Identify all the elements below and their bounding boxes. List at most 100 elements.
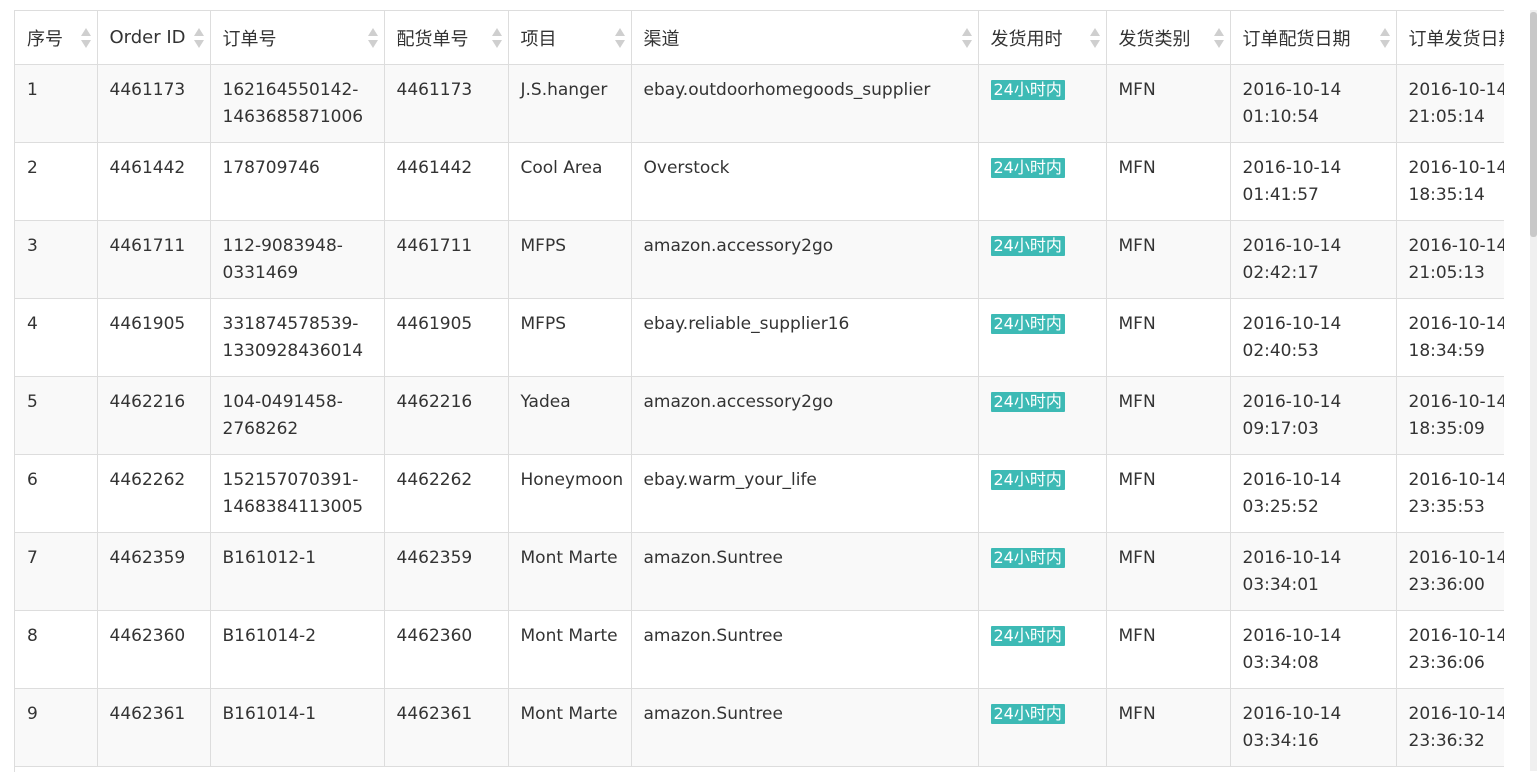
table-row[interactable]: 9 4462361 B161014-1 4462361 Mont Marte amazon… (15, 688, 1504, 767)
cell-pick-date: 2016-10-14 09:17:03 (1230, 376, 1397, 455)
cell-order-id-text: 4461905 (109, 314, 186, 334)
column-header-order-id[interactable]: Order ID (97, 11, 211, 65)
table-row[interactable]: 2 4461442 178709746 4461442 Cool Area Oversto… (15, 142, 1504, 221)
cell-pick-no-text: 4461442 (396, 158, 473, 178)
cell-seq-text: 8 (27, 626, 38, 646)
ship-time-badge: 24小时内 (990, 236, 1065, 256)
table-row[interactable]: 1 4461173 162164550142- 1463685871006 446117… (15, 64, 1504, 143)
sort-arrows-icon[interactable] (614, 27, 625, 49)
cell-ship-time: 24小时内 (978, 298, 1107, 377)
cell-pick-date: 2016-10-14 02:42:17 (1230, 220, 1397, 299)
scrollbar-thumb[interactable] (1530, 12, 1537, 237)
cell-ship-type: MFN (1106, 298, 1231, 377)
cell-seq: 2 (15, 142, 98, 221)
cell-project-text: MFPS (520, 314, 567, 334)
column-header-pick-no[interactable]: 配货单号 (384, 11, 509, 65)
table-row[interactable]: 4 4461905 331874578539- 1330928436014 446190… (15, 298, 1505, 377)
pick-time-text: 03:34:01 (1242, 575, 1319, 595)
column-header-project[interactable]: 项目 (508, 11, 632, 65)
column-header-ship-type[interactable]: 发货类别 (1106, 11, 1231, 65)
ship-clock-text: 18:35:09 (1408, 419, 1485, 439)
cell-channel-text: amazon.accessory2go (643, 236, 834, 256)
table-row[interactable]: 8 4462360 B161014-2 4462360 Mont Marte amazon… (15, 610, 1505, 689)
ship-time-badge: 24小时内 (990, 80, 1065, 100)
ship-time-badge: 24小时内 (990, 470, 1065, 490)
cell-ship-date: 2016-10-14 23:36:06 (1396, 610, 1505, 689)
pick-time-text: 03:34:08 (1242, 653, 1319, 673)
ship-date-text: 2016-10-14 (1408, 548, 1505, 568)
sort-arrows-icon[interactable] (961, 27, 972, 49)
cell-project: Mont Marte (508, 532, 632, 611)
cell-channel: amazon.accessory2go (631, 220, 979, 299)
cell-seq-text: 3 (27, 236, 38, 256)
pick-date-text: 2016-10-14 (1242, 470, 1342, 490)
cell-ship-type-text: MFN (1118, 236, 1156, 256)
table-row[interactable]: 7 4462359 B161012-1 4462359 Mont Marte amazon… (15, 532, 1505, 611)
cell-seq-text: 2 (27, 158, 38, 178)
cell-order-no: 162164550142- 1463685871006 (210, 64, 385, 143)
cell-ship-date: 2016-10-14 21:05:14 (1396, 64, 1504, 143)
sort-arrows-icon[interactable] (1089, 27, 1100, 49)
cell-order-id-text: 4461173 (109, 80, 186, 100)
cell-project-text: Mont Marte (520, 626, 618, 646)
cell-order-no-text: 178709746 (222, 158, 320, 178)
cell-order-id: 4462262 (97, 454, 211, 533)
cell-pick-no-text: 4461905 (396, 314, 473, 334)
sort-arrows-icon[interactable] (193, 27, 204, 49)
pick-date-text: 2016-10-14 (1242, 392, 1342, 412)
cell-ship-date: 2016-10-14 23:36:00 (1396, 532, 1505, 611)
cell-order-id: 4462361 (97, 688, 211, 767)
cell-order-id-text: 4462216 (109, 392, 186, 412)
cell-order-no-text: B161014-1 (222, 704, 317, 724)
cell-order-id-text: 4462360 (109, 626, 186, 646)
orders-table: 序号 Order ID 订单号 配货单号 项目 渠道 发货用时 发货类别 订单配… (15, 11, 1504, 767)
cell-pick-date: 2016-10-14 03:25:52 (1230, 454, 1397, 533)
column-header-ship-date[interactable]: 订单发货日期 (1396, 11, 1504, 65)
pick-time-text: 03:34:16 (1242, 731, 1319, 751)
cell-pick-date: 2016-10-14 01:41:57 (1230, 142, 1397, 221)
column-header-channel[interactable]: 渠道 (631, 11, 979, 65)
cell-project: Cool Area (508, 142, 632, 221)
table-row[interactable]: 5 4462216 104-0491458- 2768262 4462216 Yadea a… (15, 376, 1504, 455)
cell-project: Yadea (508, 376, 632, 455)
column-header-order-no[interactable]: 订单号 (210, 11, 385, 65)
cell-order-no-text: B161012-1 (222, 548, 317, 568)
cell-order-id-text: 4462359 (109, 548, 186, 568)
ship-clock-text: 18:35:14 (1408, 185, 1485, 205)
cell-seq: 9 (15, 688, 98, 767)
table-row[interactable]: 3 4461711 112-9083948- 0331469 4461711 MFPS am… (15, 220, 1504, 299)
cell-ship-type-text: MFN (1118, 314, 1156, 334)
column-header-label: 项目 (520, 28, 557, 50)
sort-arrows-icon[interactable] (1213, 27, 1224, 49)
cell-pick-no: 4462359 (384, 532, 509, 611)
cell-seq-text: 6 (27, 470, 38, 490)
ship-date-text: 2016-10-14 (1408, 626, 1505, 646)
cell-pick-date: 2016-10-14 03:34:08 (1230, 610, 1397, 689)
cell-channel: amazon.accessory2go (631, 376, 979, 455)
cell-ship-time: 24小时内 (978, 532, 1107, 611)
sort-arrows-icon[interactable] (1379, 27, 1390, 49)
cell-order-id-text: 4461442 (109, 158, 186, 178)
cell-order-id: 4462216 (97, 376, 211, 455)
table-row[interactable]: 6 4462262 152157070391- 1468384113005 446226… (15, 454, 1504, 533)
cell-order-no: 178709746 (210, 142, 385, 221)
cell-channel-text: amazon.accessory2go (643, 392, 834, 412)
sort-arrows-icon[interactable] (80, 27, 91, 49)
cell-project-text: Honeymoon (520, 470, 624, 490)
column-header-label: 订单号 (222, 28, 277, 50)
column-header-label: 渠道 (643, 28, 680, 50)
column-header-pick-date[interactable]: 订单配货日期 (1230, 11, 1397, 65)
cell-order-no: B161014-1 (210, 688, 385, 767)
column-header-ship-time[interactable]: 发货用时 (978, 11, 1107, 65)
cell-ship-type: MFN (1106, 64, 1231, 143)
cell-pick-date: 2016-10-14 03:34:01 (1230, 532, 1397, 611)
column-header-seq[interactable]: 序号 (15, 11, 98, 65)
sort-arrows-icon[interactable] (491, 27, 502, 49)
cell-ship-type: MFN (1106, 688, 1231, 767)
sort-arrows-icon[interactable] (367, 27, 378, 49)
ship-date-text: 2016-10-14 (1408, 314, 1505, 334)
cell-ship-type: MFN (1106, 376, 1231, 455)
vertical-scrollbar[interactable] (1530, 10, 1537, 771)
cell-pick-no-text: 4461173 (396, 80, 473, 100)
ship-time-badge: 24小时内 (990, 314, 1065, 334)
